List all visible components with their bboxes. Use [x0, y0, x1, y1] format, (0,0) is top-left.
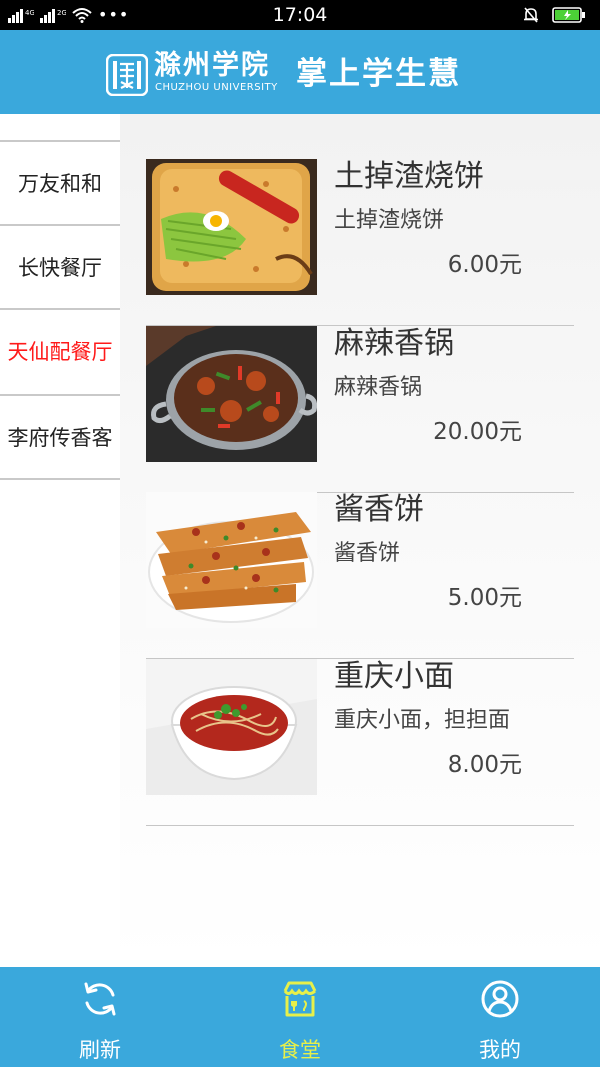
sauce-pancake-image [146, 492, 317, 628]
menu-list: 土掉渣烧饼 土掉渣烧饼 6.00元 麻辣香锅 麻辣香锅 20.00元 酱香饼 酱… [120, 114, 600, 967]
canteen-sidebar: 万友和和 长快餐厅 天仙配餐厅 李府传香客 [0, 114, 120, 967]
sidebar-divider [0, 478, 120, 480]
menu-item[interactable]: 麻辣香锅 麻辣香锅 20.00元 [146, 326, 574, 493]
app-title: 掌上学生慧 [296, 56, 461, 92]
menu-item-price: 8.00元 [447, 752, 522, 778]
sidebar-item-tianxianpei[interactable]: 天仙配餐厅 [0, 308, 120, 392]
nav-label-canteen: 食堂 [279, 1038, 321, 1062]
menu-item-name: 麻辣香锅 [334, 326, 454, 361]
noodle-bowl-image [146, 659, 317, 795]
sidebar-item-changkuai[interactable]: 长快餐厅 [0, 224, 120, 308]
university-english-name: CHUZHOU UNIVERSITY [155, 82, 278, 93]
menu-item-price: 6.00元 [447, 252, 522, 278]
profile-icon [481, 980, 519, 1018]
nav-refresh-button[interactable]: 刷新 [20, 967, 180, 1067]
sidebar-item-wanyouhehe[interactable]: 万友和和 [0, 140, 120, 224]
menu-item-description: 酱香饼 [334, 541, 401, 566]
menu-item-name: 土掉渣烧饼 [334, 159, 484, 194]
canteen-icon [283, 981, 317, 1017]
university-logo [106, 54, 148, 96]
app-header: 滁州学院 CHUZHOU UNIVERSITY 掌上学生慧 [0, 30, 600, 114]
nav-canteen-button[interactable]: 食堂 [220, 967, 380, 1067]
university-name: 滁州学院 [154, 50, 270, 81]
bell-muted-icon [524, 7, 538, 23]
menu-item[interactable]: 酱香饼 酱香饼 5.00元 [146, 492, 574, 659]
nav-profile-button[interactable]: 我的 [420, 967, 580, 1067]
nav-label-profile: 我的 [479, 1038, 521, 1062]
status-time: 17:04 [272, 4, 328, 26]
menu-item-name: 重庆小面 [334, 659, 454, 694]
status-bar: 4G 2G ••• 17:04 [0, 0, 600, 30]
menu-item[interactable]: 重庆小面 重庆小面，担担面 8.00元 [146, 659, 574, 826]
menu-item[interactable]: 土掉渣烧饼 土掉渣烧饼 6.00元 [146, 159, 574, 326]
sidebar-item-lifu[interactable]: 李府传香客 [0, 394, 120, 478]
flatbread-image [146, 159, 317, 295]
menu-item-description: 土掉渣烧饼 [334, 208, 445, 233]
menu-item-price: 5.00元 [447, 585, 522, 611]
status-icons-right [522, 4, 586, 26]
refresh-icon [84, 982, 116, 1016]
battery-icon [552, 7, 585, 23]
nav-label-refresh: 刷新 [79, 1038, 121, 1062]
spicy-pot-image [146, 326, 317, 462]
menu-item-price: 20.00元 [433, 419, 522, 445]
bottom-navigation: 刷新 食堂 我的 [0, 967, 600, 1067]
menu-item-name: 酱香饼 [334, 492, 424, 527]
menu-item-description: 重庆小面，担担面 [334, 708, 511, 733]
menu-item-description: 麻辣香锅 [334, 375, 423, 400]
